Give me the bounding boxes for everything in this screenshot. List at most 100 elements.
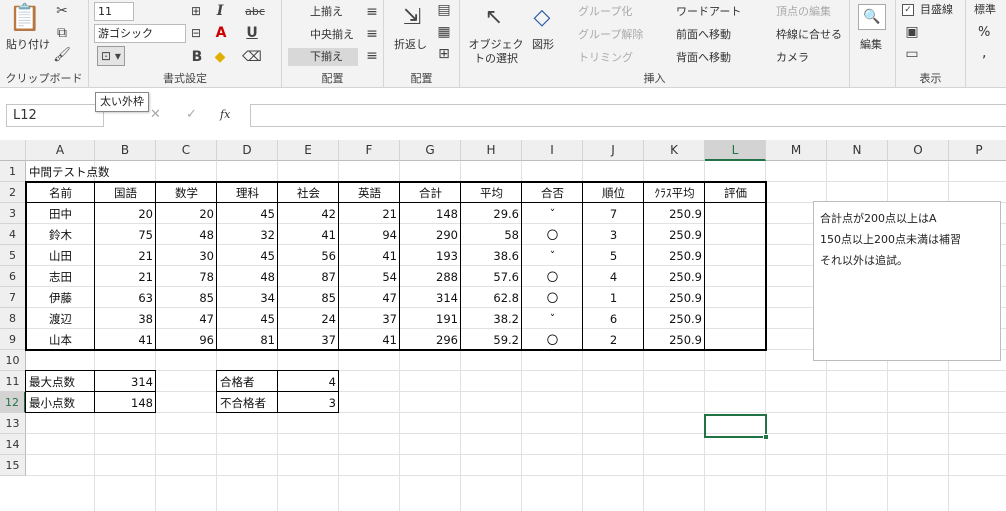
cell[interactable]: 田中	[26, 203, 95, 224]
cell[interactable]: 21	[339, 203, 400, 224]
cell[interactable]: 7	[583, 203, 644, 224]
cell[interactable]: ˇ	[522, 203, 583, 224]
cell[interactable]: 45	[217, 308, 278, 329]
cell[interactable]: 山本	[26, 329, 95, 350]
cell[interactable]: 〇	[522, 329, 583, 350]
thick-box-border-icon[interactable]: ⊡ ▾	[97, 46, 125, 66]
cell[interactable]: 42	[278, 203, 339, 224]
column-header[interactable]: K	[644, 140, 705, 161]
camera-button[interactable]: カメラ	[776, 51, 809, 65]
column-header[interactable]: H	[461, 140, 522, 161]
cut-icon[interactable]: ✂	[52, 2, 72, 20]
cell[interactable]: 148	[95, 392, 156, 413]
cell[interactable]: 3	[583, 224, 644, 245]
cell[interactable]: 87	[278, 266, 339, 287]
row-header[interactable]: 6	[0, 266, 26, 287]
cell[interactable]: 38.6	[461, 245, 522, 266]
edit-button[interactable]: 編集	[860, 38, 882, 52]
font-name-select[interactable]: 游ゴシック	[94, 24, 186, 43]
row-header[interactable]: 4	[0, 224, 26, 245]
cell[interactable]: 最大点数	[26, 371, 95, 392]
column-header[interactable]: D	[217, 140, 278, 161]
cell[interactable]	[705, 245, 766, 266]
cell[interactable]: 21	[95, 245, 156, 266]
ungroup-button[interactable]: グループ解除	[578, 28, 643, 42]
find-icon[interactable]: 🔍	[858, 4, 886, 30]
cell[interactable]: 30	[156, 245, 217, 266]
cell[interactable]: 148	[400, 203, 461, 224]
row-header[interactable]: 2	[0, 182, 26, 203]
cell[interactable]: 37	[278, 329, 339, 350]
cell[interactable]	[705, 329, 766, 350]
cell[interactable]: 1	[583, 287, 644, 308]
cell[interactable]: 85	[278, 287, 339, 308]
cell[interactable]: 志田	[26, 266, 95, 287]
cell[interactable]: 47	[339, 287, 400, 308]
cell[interactable]: 58	[461, 224, 522, 245]
cell[interactable]	[705, 266, 766, 287]
cell[interactable]: 45	[217, 245, 278, 266]
cell[interactable]: 中間テスト点数	[26, 161, 166, 182]
row-header[interactable]: 9	[0, 329, 26, 350]
bold-b-icon[interactable]: B	[189, 48, 205, 66]
cell[interactable]: 20	[156, 203, 217, 224]
cell[interactable]: 96	[156, 329, 217, 350]
font-color-icon[interactable]: A	[211, 24, 231, 42]
grid-icon[interactable]: ⊞	[436, 46, 452, 62]
wordart-button[interactable]: ワードアート	[676, 5, 741, 19]
cell[interactable]: 〇	[522, 266, 583, 287]
fill-handle[interactable]	[763, 434, 769, 440]
row-header[interactable]: 14	[0, 434, 26, 455]
align-left-icon[interactable]: ≡	[364, 4, 380, 20]
cell[interactable]: 54	[339, 266, 400, 287]
row-header[interactable]: 7	[0, 287, 26, 308]
cancel-icon[interactable]: ✕	[150, 108, 161, 122]
cell[interactable]: 渡辺	[26, 308, 95, 329]
column-header[interactable]: O	[888, 140, 949, 161]
row-header[interactable]: 8	[0, 308, 26, 329]
cell[interactable]: 250.9	[644, 245, 705, 266]
align-top-button[interactable]: 上揃え	[310, 5, 343, 19]
underline-icon[interactable]: U	[243, 24, 261, 42]
name-box[interactable]: L12	[6, 104, 104, 127]
cell[interactable]: 288	[400, 266, 461, 287]
wrap-text-icon[interactable]: ⇲	[396, 2, 428, 32]
column-header[interactable]: E	[278, 140, 339, 161]
strikethrough-icon[interactable]: abc	[243, 2, 267, 20]
row-header[interactable]: 13	[0, 413, 26, 434]
font-size-select[interactable]: 11	[94, 2, 134, 21]
cell[interactable]: 名前	[26, 182, 95, 203]
cell[interactable]: 数学	[156, 182, 217, 203]
cell[interactable]: 〇	[522, 287, 583, 308]
cell[interactable]: 94	[339, 224, 400, 245]
insert-function-icon[interactable]: fx	[220, 108, 230, 122]
cell[interactable]: 38.2	[461, 308, 522, 329]
paste-button[interactable]: 貼り付け	[6, 38, 50, 52]
cell[interactable]: 社会	[278, 182, 339, 203]
cell[interactable]: 41	[339, 245, 400, 266]
select-all-corner[interactable]	[0, 140, 26, 161]
cell[interactable]: 250.9	[644, 287, 705, 308]
fill-color-icon[interactable]: ◆	[209, 48, 231, 66]
cell[interactable]: 63	[95, 287, 156, 308]
view-icon[interactable]: ▣	[902, 24, 922, 40]
align-bottom-button[interactable]: 下揃え	[288, 48, 358, 66]
row-header[interactable]: 15	[0, 455, 26, 476]
cell[interactable]: 41	[339, 329, 400, 350]
shapes-icon[interactable]: ◇	[526, 2, 558, 32]
cell[interactable]: 290	[400, 224, 461, 245]
column-header[interactable]: M	[766, 140, 827, 161]
bold-icon[interactable]: ⊞	[187, 2, 205, 20]
cell[interactable]: 4	[583, 266, 644, 287]
cell[interactable]: 45	[217, 203, 278, 224]
cell[interactable]	[705, 287, 766, 308]
edit-points-button[interactable]: 頂点の編集	[776, 5, 831, 19]
cell[interactable]: 4	[278, 371, 339, 392]
cell[interactable]: 296	[400, 329, 461, 350]
cell[interactable]: 評価	[705, 182, 766, 203]
cell[interactable]: 48	[217, 266, 278, 287]
cell[interactable]: 英語	[339, 182, 400, 203]
cell[interactable]: 伊藤	[26, 287, 95, 308]
cell[interactable]: 48	[156, 224, 217, 245]
wrap-text-button[interactable]: 折返し	[394, 38, 427, 52]
